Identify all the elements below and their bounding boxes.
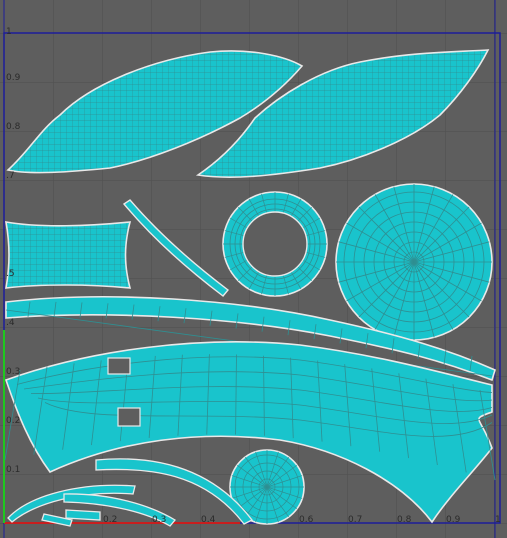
arc-hole-1 xyxy=(107,357,131,375)
tick-y-0.1: 0.1 xyxy=(6,465,21,475)
uv-editor-viewport[interactable]: 1 0.9 0.8 .7 .5 .4 0.3 0.2 0.1 0.2 0.3 0… xyxy=(0,0,507,538)
tick-y-0.7: .7 xyxy=(6,171,15,181)
tick-x-0.9: 0.9 xyxy=(446,515,461,525)
tick-x-0.8: 0.8 xyxy=(397,515,412,525)
tick-x-0.2: 0.2 xyxy=(103,515,118,525)
tick-x-0.4: 0.4 xyxy=(201,515,216,525)
tick-x-0.7: 0.7 xyxy=(348,515,363,525)
rect-shell[interactable] xyxy=(5,221,132,289)
arc-hole-2 xyxy=(117,407,141,427)
tick-y-0.5: .5 xyxy=(6,269,15,279)
tick-top-1: 1 xyxy=(6,27,12,37)
tick-y-0.2: 0.2 xyxy=(6,416,21,426)
disc-shell-large[interactable] xyxy=(335,183,493,341)
tick-x-0.3: 0.3 xyxy=(152,515,167,525)
tick-y-0.3: 0.3 xyxy=(6,367,21,377)
ring-shell[interactable] xyxy=(222,191,328,297)
tick-y-0.9: 0.9 xyxy=(6,73,21,83)
uv-canvas[interactable] xyxy=(0,0,507,538)
tick-y-0.8: 0.8 xyxy=(6,122,21,132)
tick-x-0.6: 0.6 xyxy=(299,515,314,525)
tick-x-1: 1 xyxy=(495,515,501,525)
tick-y-0.4: .4 xyxy=(6,318,15,328)
